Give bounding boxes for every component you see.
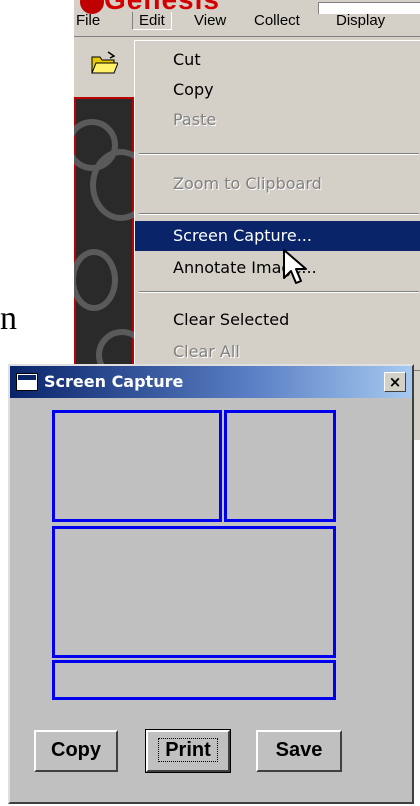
menu-collect[interactable]: Collect [254,12,300,29]
menu-item-screen-capture[interactable]: Screen Capture... [135,221,420,251]
menu-bar: File Edit View Collect Display [74,12,420,37]
save-button[interactable]: Save [256,730,342,772]
mouse-pointer-icon [283,249,307,284]
copy-button[interactable]: Copy [34,730,118,772]
capture-region-middle[interactable] [52,526,336,658]
menu-separator [139,153,419,155]
menu-file[interactable]: File [76,12,100,29]
menu-item-cut[interactable]: Cut [135,45,420,75]
menu-separator [139,213,419,215]
print-button-label: Print [158,738,218,762]
menu-item-paste: Paste [173,110,217,129]
menu-item-clear-all: Clear All [173,342,240,361]
menu-separator [139,291,419,293]
menu-edit[interactable]: Edit [132,12,172,30]
toolbar [74,37,134,97]
menu-item-annotate-image[interactable]: Annotate Image... [135,253,420,283]
capture-region-top-left[interactable] [52,410,222,522]
open-folder-icon[interactable] [90,51,118,75]
menu-display[interactable]: Display [336,12,385,29]
menu-item-copy[interactable]: Copy [135,75,420,105]
capture-region-bottom[interactable] [52,660,336,700]
print-button[interactable]: Print [145,729,231,773]
screen-capture-dialog: Screen Capture × Copy Print Save [8,364,414,804]
page-text-fragment: n [0,300,17,337]
capture-region-top-right[interactable] [224,410,336,522]
edit-menu-dropdown: Cut Copy Paste Zoom to Clipboard Screen … [134,40,420,371]
menu-item-clear-selected[interactable]: Clear Selected [135,305,420,335]
menu-view[interactable]: View [194,12,226,29]
menu-item-zoom-to-clipboard: Zoom to Clipboard [173,174,322,193]
